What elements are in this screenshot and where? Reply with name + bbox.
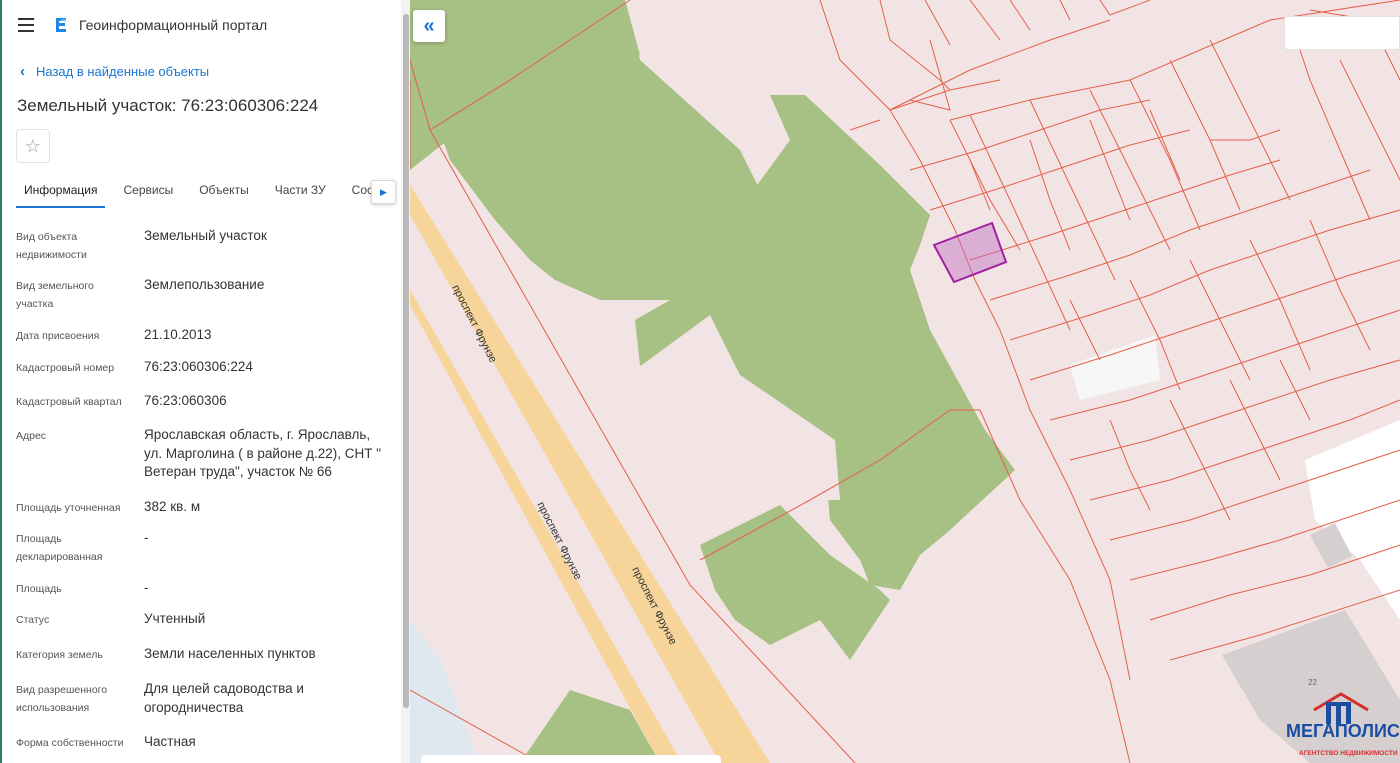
back-link-label: Назад в найденные объекты <box>36 64 210 79</box>
tab-objects[interactable]: Объекты <box>191 174 257 208</box>
property-label: Кадастровый квартал <box>16 396 122 408</box>
map-search-input[interactable] <box>1284 16 1400 50</box>
property-value: Частная <box>144 734 196 749</box>
property-value: 382 кв. м <box>144 499 201 514</box>
object-info-panel: Геоинформационный портал ‹ Назад в найде… <box>0 0 410 763</box>
property-label: Форма собственности <box>16 737 124 749</box>
property-value: Учтенный <box>144 611 206 626</box>
tab-information[interactable]: Информация <box>16 174 106 208</box>
page-title: Земельный участок: 76:23:060306:224 <box>17 96 319 115</box>
property-label: Вид объекта недвижимости <box>16 231 87 261</box>
top-bar: Геоинформационный портал <box>2 0 400 50</box>
cadastral-map[interactable]: проспект Фрунзе проспект Фрунзе проспект… <box>410 0 1400 763</box>
favorite-button[interactable]: ☆ <box>16 129 50 163</box>
tab-bar: Информация Сервисы Объекты Части ЗУ Сост… <box>16 174 396 208</box>
property-label: Кадастровый номер <box>16 362 115 374</box>
property-value: Землепользование <box>144 277 265 292</box>
double-chevron-left-icon: « <box>423 14 435 37</box>
property-label: Статус <box>16 614 50 626</box>
property-value: Земельный участок <box>144 228 267 243</box>
map-bottom-bar <box>421 755 721 763</box>
tab-services[interactable]: Сервисы <box>115 174 181 208</box>
chevron-left-icon: ‹ <box>20 63 25 80</box>
scrollbar-thumb[interactable] <box>403 14 409 708</box>
watermark-name: МЕГАПОЛИС <box>1286 721 1400 741</box>
property-label: Площадь уточненная <box>16 502 121 514</box>
star-icon: ☆ <box>24 135 42 156</box>
property-value: 76:23:060306 <box>144 393 227 408</box>
property-label: Вид земельного участка <box>16 280 94 310</box>
chevron-right-icon: ▶ <box>380 186 387 197</box>
house-number-label: 22 <box>1308 678 1317 687</box>
property-label: Вид разрешенного использования <box>16 684 108 714</box>
back-to-results-link[interactable]: ‹ Назад в найденные объекты <box>20 63 209 80</box>
watermark-subtitle: АГЕНТСТВО НЕДВИЖИМОСТИ <box>1299 750 1398 757</box>
property-label: Адрес <box>16 430 47 442</box>
property-value: Ярославская область, г. Ярославль, ул. М… <box>144 427 382 479</box>
portal-title: Геоинформационный портал <box>79 17 268 33</box>
property-value: 21.10.2013 <box>144 327 212 342</box>
property-value: - <box>144 580 149 595</box>
property-value: 76:23:060306:224 <box>144 359 253 374</box>
property-label: Дата присвоения <box>16 330 100 342</box>
menu-icon[interactable] <box>18 18 34 32</box>
panel-scrollbar[interactable] <box>401 0 410 763</box>
property-value: - <box>144 530 149 545</box>
property-label: Категория земель <box>16 649 103 661</box>
property-value: Земли населенных пунктов <box>144 646 316 661</box>
portal-logo-icon <box>56 18 66 32</box>
property-label: Площадь <box>16 583 62 595</box>
tab-parcel-parts[interactable]: Части ЗУ <box>267 174 334 208</box>
property-label: Площадь декларированная <box>16 533 103 563</box>
property-value: Для целей садоводства и огородничества <box>144 681 304 715</box>
tabs-scroll-right-button[interactable]: ▶ <box>371 180 396 204</box>
map-canvas[interactable] <box>410 0 1400 763</box>
collapse-panel-button[interactable]: « <box>413 10 445 42</box>
